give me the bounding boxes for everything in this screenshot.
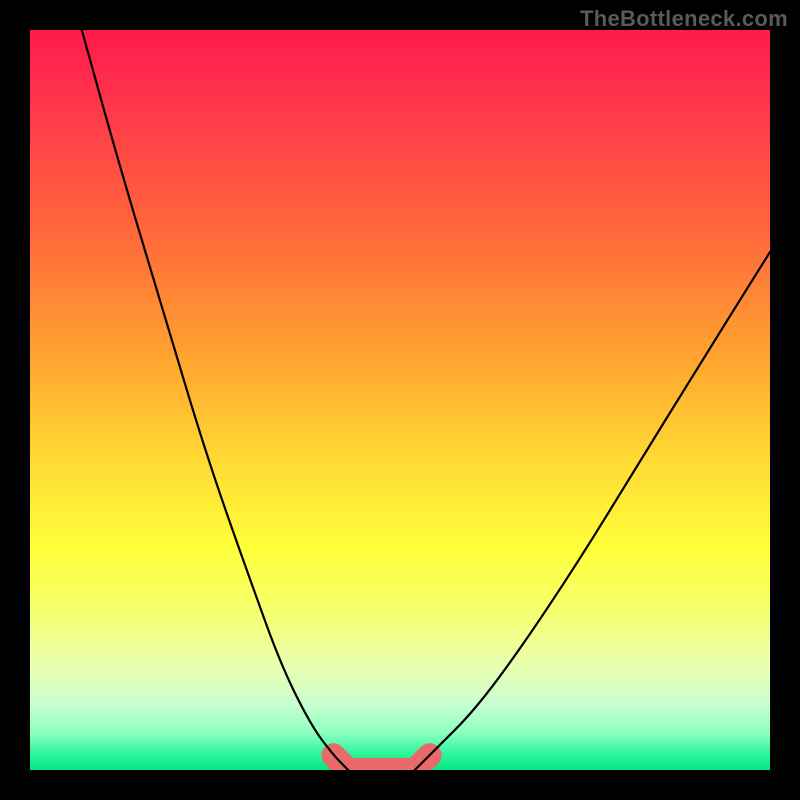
left-curve bbox=[82, 30, 348, 770]
trough-highlight bbox=[333, 755, 429, 770]
right-curve bbox=[415, 252, 770, 770]
plot-area bbox=[30, 30, 770, 770]
attribution-text: TheBottleneck.com bbox=[580, 6, 788, 32]
curve-layer bbox=[30, 30, 770, 770]
chart-frame: TheBottleneck.com bbox=[0, 0, 800, 800]
